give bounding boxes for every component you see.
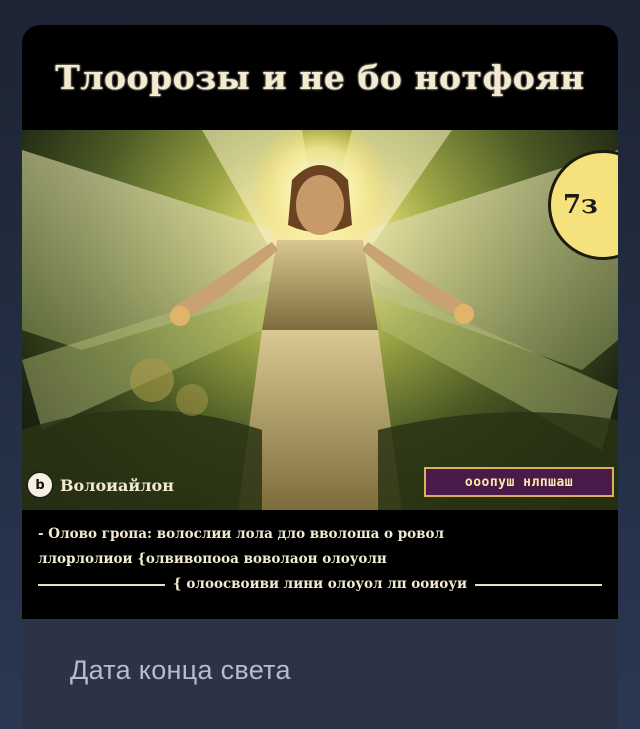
angel-illustration: 7з <box>22 130 618 510</box>
divider-right <box>474 583 602 586</box>
circle-b-icon: b <box>26 471 54 499</box>
angel-figure-graphic <box>22 130 618 510</box>
image-right-label: ооопуш нлпшаш <box>424 467 614 497</box>
image-caption-box: - Олово гропа: волослии лола дло вволоша… <box>22 510 618 619</box>
left-label-text: Волоиайлон <box>60 475 174 495</box>
post-image[interactable]: Тлоорозы и не бо нотфоян 7з b Волоиайлон… <box>22 25 618 619</box>
post-caption: Дата конца света <box>70 655 291 685</box>
divider-left <box>38 583 166 586</box>
image-left-label: b Волоиайлон <box>22 467 174 503</box>
image-title: Тлоорозы и не бо нотфоян <box>55 58 585 97</box>
caption-line-3: { олоосвоиви лини олоуол лп ооиоуи <box>38 572 602 597</box>
caption-line-1: - Олово гропа: волослии лола дло вволоша… <box>38 526 445 542</box>
post-card[interactable]: Тлоорозы и не бо нотфоян 7з b Волоиайлон… <box>22 25 618 729</box>
caption-line-2: ллорлолиои {олвивопооа воволаон олоуолн <box>38 551 387 567</box>
caption-line-3-text: { олоосвоиви лини олоуол лп ооиоуи <box>173 576 467 592</box>
screen: Тлоорозы и не бо нотфоян 7з b Волоиайлон… <box>0 0 640 729</box>
image-title-banner: Тлоорозы и не бо нотфоян <box>22 25 618 130</box>
